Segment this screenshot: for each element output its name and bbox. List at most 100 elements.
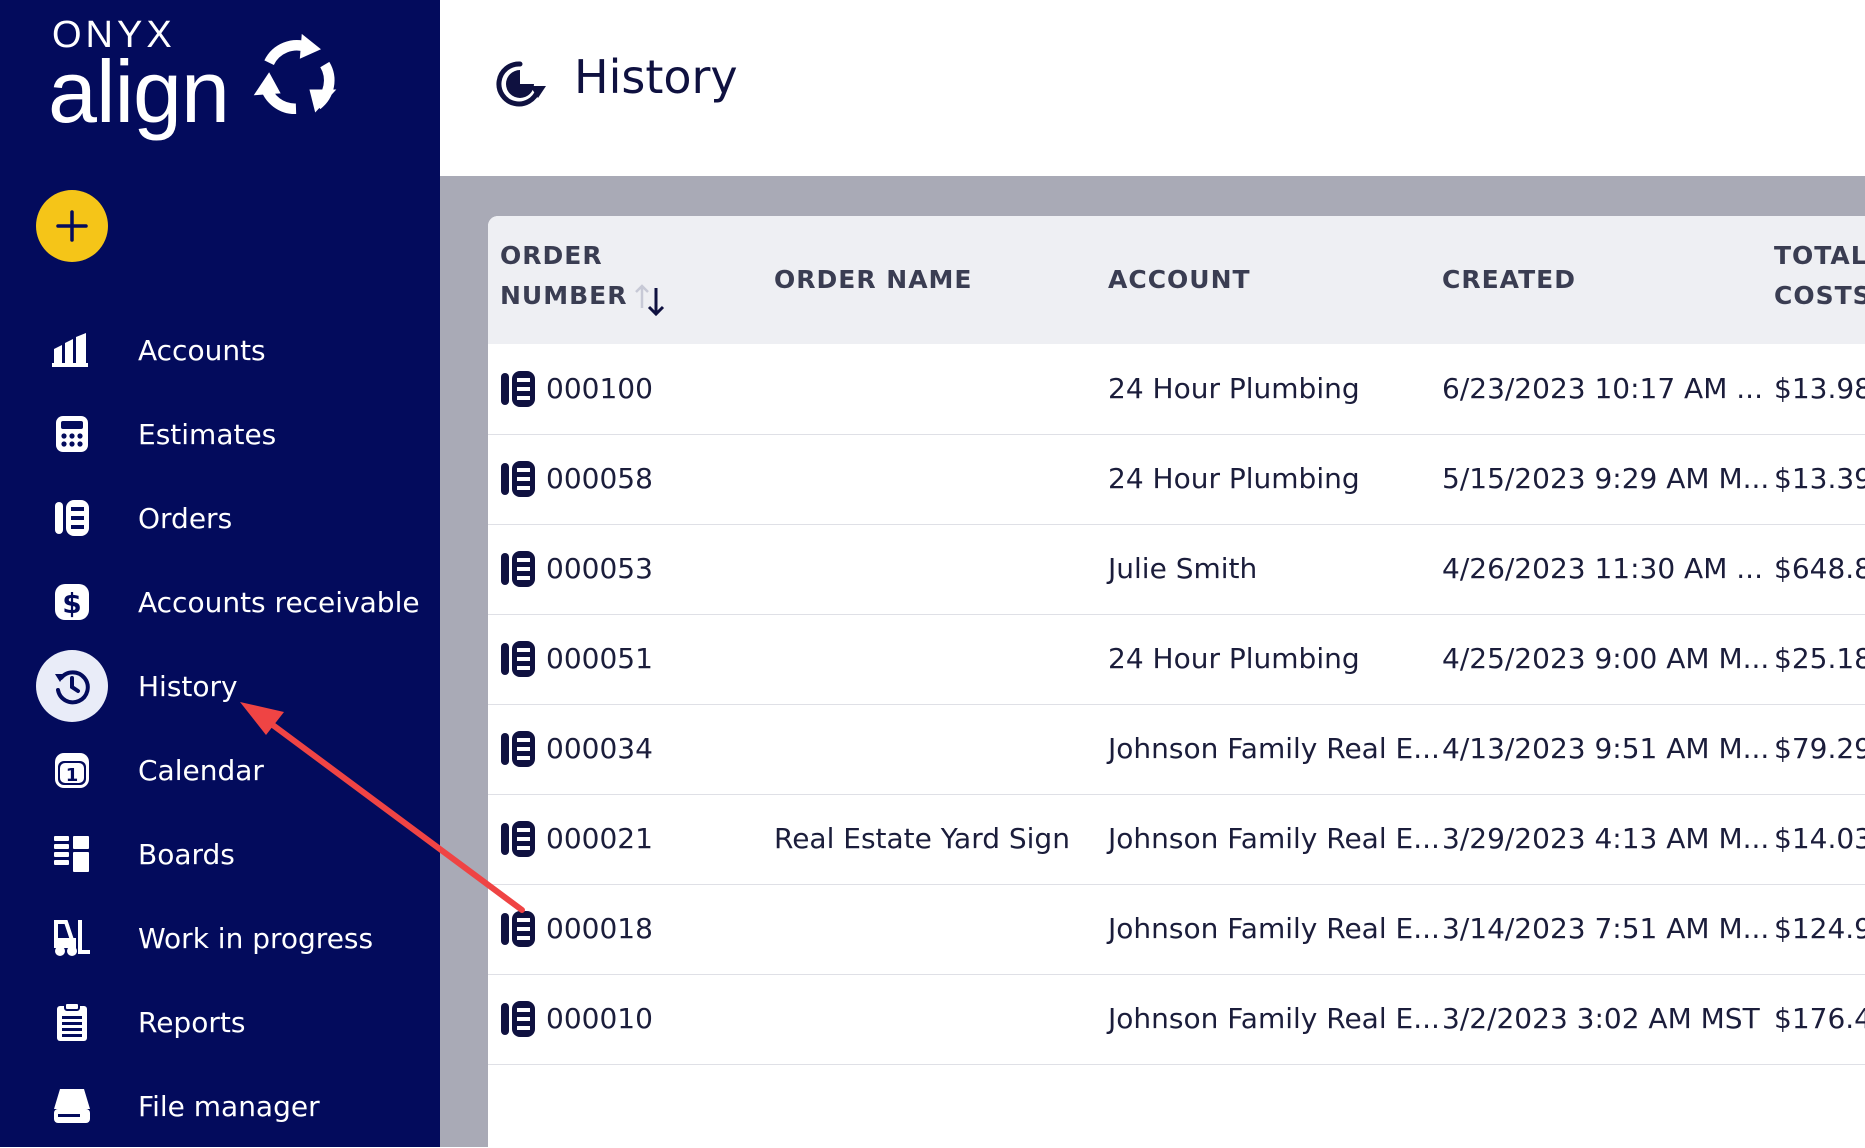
brand-cycle-icon <box>253 33 337 114</box>
order-icon <box>501 731 535 767</box>
column-header-label: ORDER <box>500 241 603 270</box>
account-cell: Julie Smith <box>1108 552 1258 585</box>
column-header-account[interactable]: ACCOUNT <box>1108 260 1251 300</box>
table-row[interactable]: 000058 24 Hour Plumbing 5/15/2023 9:29 A… <box>488 434 1865 525</box>
svg-text:1: 1 <box>66 765 79 786</box>
table-row[interactable]: 000053 Julie Smith 4/26/2023 11:30 AM ..… <box>488 524 1865 615</box>
brand-logo[interactable]: ONYX align <box>48 14 372 144</box>
order-number-cell[interactable]: 000100 <box>546 344 653 434</box>
sidebar-item-label: Reports <box>138 1005 246 1039</box>
created-cell: 4/25/2023 9:00 AM M... <box>1442 642 1770 675</box>
total-costs-cell: $124.9 <box>1774 912 1865 945</box>
sidebar-item-work-in-progress[interactable]: Work in progress <box>0 896 440 980</box>
order-icon <box>501 1001 535 1037</box>
column-header-label: NUMBER <box>500 281 628 310</box>
sidebar-item-calendar[interactable]: 1 Calendar <box>0 728 440 812</box>
order-number-cell[interactable]: 000010 <box>546 974 653 1064</box>
svg-text:$: $ <box>62 587 81 620</box>
sidebar-item-boards[interactable]: Boards <box>0 812 440 896</box>
table-row[interactable]: 000100 24 Hour Plumbing 6/23/2023 10:17 … <box>488 344 1865 435</box>
total-costs-cell: $13.98 <box>1774 372 1865 405</box>
column-header-total-costs[interactable]: TOTAL COSTS <box>1774 236 1865 316</box>
table-row[interactable]: 000018 Johnson Family Real E... 3/14/202… <box>488 884 1865 975</box>
sidebar-item-label: Accounts <box>138 333 266 367</box>
history-icon <box>36 650 108 722</box>
order-number-cell[interactable]: 000034 <box>546 704 653 794</box>
order-number-cell[interactable]: 000058 <box>546 434 653 524</box>
column-header-created[interactable]: CREATED <box>1442 260 1576 300</box>
sidebar-item-orders[interactable]: Orders <box>0 476 440 560</box>
table-header: ORDER NUMBER ORDER NAME ACCOUNT CREATED … <box>488 216 1865 344</box>
created-cell: 4/26/2023 11:30 AM ... <box>1442 552 1763 585</box>
order-number-cell[interactable]: 000018 <box>546 884 653 974</box>
sidebar-item-label: Boards <box>138 837 235 871</box>
order-icon <box>501 551 535 587</box>
account-cell: Johnson Family Real E... <box>1108 1002 1440 1035</box>
created-cell: 3/14/2023 7:51 AM M... <box>1442 912 1770 945</box>
sidebar-item-label: Estimates <box>138 417 277 451</box>
content-area: ORDER NUMBER ORDER NAME ACCOUNT CREATED … <box>440 176 1865 1147</box>
sidebar-item-accounts[interactable]: Accounts <box>0 308 440 392</box>
account-cell: Johnson Family Real E... <box>1108 822 1440 855</box>
order-icon <box>501 821 535 857</box>
order-name-cell: Real Estate Yard Sign <box>774 822 1070 855</box>
created-cell: 3/29/2023 4:13 AM M... <box>1442 822 1770 855</box>
sidebar-item-file-manager[interactable]: File manager <box>0 1064 440 1148</box>
created-cell: 6/23/2023 10:17 AM ... <box>1442 372 1763 405</box>
order-icon <box>501 371 535 407</box>
created-cell: 4/13/2023 9:51 AM M... <box>1442 732 1770 765</box>
table-row[interactable]: 000034 Johnson Family Real E... 4/13/202… <box>488 704 1865 795</box>
column-header-label: COSTS <box>1774 281 1865 310</box>
order-number-cell[interactable]: 000051 <box>546 614 653 704</box>
sidebar-item-label: File manager <box>138 1089 320 1123</box>
sidebar-item-history[interactable]: History <box>0 644 440 728</box>
sidebar-item-label: Orders <box>138 501 233 535</box>
sort-descending-icon[interactable] <box>634 282 668 318</box>
sidebar: ONYX align Accounts Estimates Orders $ A… <box>0 0 440 1147</box>
total-costs-cell: $25.18 <box>1774 642 1865 675</box>
sidebar-item-estimates[interactable]: Estimates <box>0 392 440 476</box>
calculator-icon <box>36 398 108 470</box>
created-cell: 5/15/2023 9:29 AM M... <box>1442 462 1770 495</box>
calendar-icon: 1 <box>36 734 108 806</box>
page-title: History <box>574 50 738 104</box>
total-costs-cell: $648.8 <box>1774 552 1865 585</box>
table-row[interactable]: 000010 Johnson Family Real E... 3/2/2023… <box>488 974 1865 1065</box>
drive-icon <box>36 1070 108 1142</box>
accounts-icon <box>36 314 108 386</box>
order-number-cell[interactable]: 000053 <box>546 524 653 614</box>
page-header: History <box>440 0 1865 176</box>
add-new-button[interactable] <box>36 190 108 262</box>
sidebar-item-accounts-receivable[interactable]: $ Accounts receivable <box>0 560 440 644</box>
total-costs-cell: $14.03 <box>1774 822 1865 855</box>
sidebar-item-label: Work in progress <box>138 921 374 955</box>
forklift-icon <box>36 902 108 974</box>
table-row[interactable]: 000051 24 Hour Plumbing 4/25/2023 9:00 A… <box>488 614 1865 705</box>
account-cell: Johnson Family Real E... <box>1108 912 1440 945</box>
table-row[interactable]: 000021 Real Estate Yard Sign Johnson Fam… <box>488 794 1865 885</box>
boards-icon <box>36 818 108 890</box>
order-icon <box>501 461 535 497</box>
sidebar-item-label: Accounts receivable <box>138 585 420 619</box>
plus-icon <box>56 210 88 242</box>
total-costs-cell: $176.4 <box>1774 1002 1865 1035</box>
account-cell: Johnson Family Real E... <box>1108 732 1440 765</box>
total-costs-cell: $13.39 <box>1774 462 1865 495</box>
column-header-order-name[interactable]: ORDER NAME <box>774 260 973 300</box>
column-header-order-number[interactable]: ORDER NUMBER <box>500 236 627 316</box>
clipboard-icon <box>36 986 108 1058</box>
orders-icon <box>36 482 108 554</box>
history-table: ORDER NUMBER ORDER NAME ACCOUNT CREATED … <box>488 216 1865 1147</box>
column-header-label: TOTAL <box>1774 241 1865 270</box>
order-icon <box>501 641 535 677</box>
account-cell: 24 Hour Plumbing <box>1108 642 1360 675</box>
order-number-cell[interactable]: 000021 <box>546 794 653 884</box>
sidebar-item-label: Calendar <box>138 753 264 787</box>
brand-align-text: align <box>48 42 230 141</box>
account-cell: 24 Hour Plumbing <box>1108 462 1360 495</box>
total-costs-cell: $79.29 <box>1774 732 1865 765</box>
history-icon <box>496 61 546 107</box>
created-cell: 3/2/2023 3:02 AM MST <box>1442 1002 1760 1035</box>
sidebar-item-reports[interactable]: Reports <box>0 980 440 1064</box>
order-icon <box>501 911 535 947</box>
